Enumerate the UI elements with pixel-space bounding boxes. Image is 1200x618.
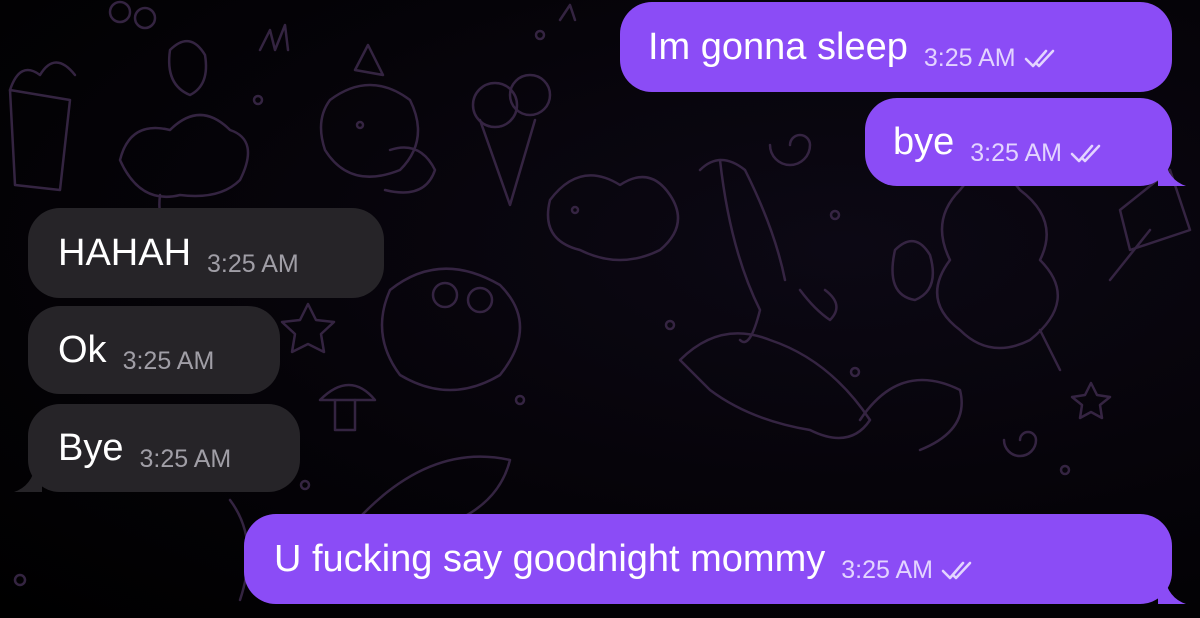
message-bubble-outgoing[interactable]: bye 3:25 AM: [865, 98, 1186, 186]
bubble-tail: [14, 464, 42, 492]
message-text: Ok: [58, 329, 107, 371]
double-check-icon: [941, 561, 972, 580]
message-bubble-incoming[interactable]: Bye 3:25 AM: [14, 404, 300, 492]
message-meta: 3:25 AM: [970, 139, 1108, 168]
message-bubble-incoming[interactable]: Ok 3:25 AM: [28, 306, 280, 394]
message-meta: 3:25 AM: [924, 44, 1062, 73]
message-bubble-outgoing[interactable]: U fucking say goodnight mommy 3:25 AM: [244, 514, 1186, 604]
message-time: 3:25 AM: [207, 249, 299, 278]
message-time: 3:25 AM: [970, 138, 1063, 167]
message-bubble-incoming[interactable]: HAHAH 3:25 AM: [28, 208, 384, 298]
message-bubble-outgoing[interactable]: Im gonna sleep 3:25 AM: [620, 2, 1172, 92]
message-time: 3:25 AM: [139, 444, 232, 473]
message-meta: 3:25 AM: [841, 556, 979, 585]
double-check-icon: [1070, 144, 1101, 163]
message-time: 3:25 AM: [122, 346, 215, 375]
message-text: Im gonna sleep: [648, 26, 908, 68]
message-text: HAHAH: [58, 232, 192, 274]
bubble-tail: [1158, 158, 1186, 186]
message-meta: 3:25 AM: [123, 347, 215, 376]
message-text: U fucking say goodnight mommy: [274, 538, 826, 580]
double-check-icon: [1024, 49, 1054, 68]
message-meta: 3:25 AM: [139, 445, 231, 474]
message-text: bye: [893, 121, 955, 163]
message-meta: 3:25 AM: [207, 250, 299, 279]
message-text: Bye: [58, 427, 124, 469]
message-time: 3:25 AM: [923, 43, 1016, 72]
message-time: 3:25 AM: [841, 555, 933, 584]
bubble-tail: [1158, 576, 1186, 604]
